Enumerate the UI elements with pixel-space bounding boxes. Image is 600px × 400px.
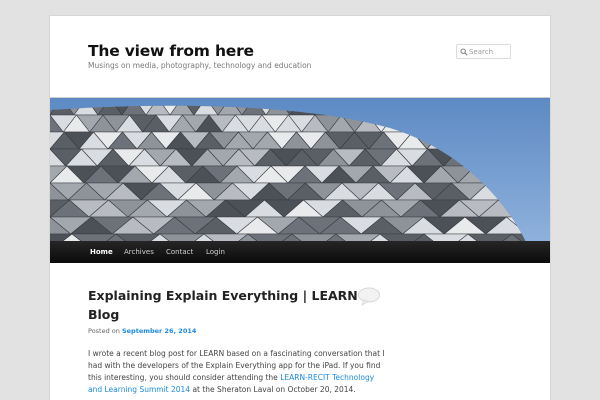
- nav-item-login[interactable]: Login: [206, 241, 225, 263]
- post-meta-prefix: Posted on: [88, 327, 120, 335]
- nav-item-contact[interactable]: Contact: [166, 241, 193, 263]
- post-title[interactable]: Explaining Explain Everything | LEARN Bl…: [88, 286, 358, 324]
- post-meta: Posted on September 26, 2014: [88, 327, 196, 335]
- comment-bubble-icon[interactable]: [357, 286, 381, 306]
- search-input[interactable]: [469, 45, 510, 58]
- site-description: Musings on media, photography, technolog…: [88, 61, 312, 70]
- nav-item-archives[interactable]: Archives: [124, 241, 154, 263]
- geodesic-dome-photo: [50, 98, 550, 242]
- search-icon: [460, 48, 468, 56]
- post-body-text-end: at the Sheraton Laval on October 20, 201…: [190, 385, 356, 394]
- post-body: I wrote a recent blog post for LEARN bas…: [88, 348, 388, 396]
- nav-item-home[interactable]: Home: [90, 241, 113, 263]
- main-navigation: Home Archives Contact Login: [50, 241, 550, 263]
- post-date-link[interactable]: September 26, 2014: [122, 327, 196, 335]
- search-box[interactable]: [456, 44, 511, 59]
- page: The view from here Musings on media, pho…: [50, 16, 550, 400]
- site-title[interactable]: The view from here: [88, 42, 254, 60]
- header-banner-image[interactable]: [50, 97, 550, 242]
